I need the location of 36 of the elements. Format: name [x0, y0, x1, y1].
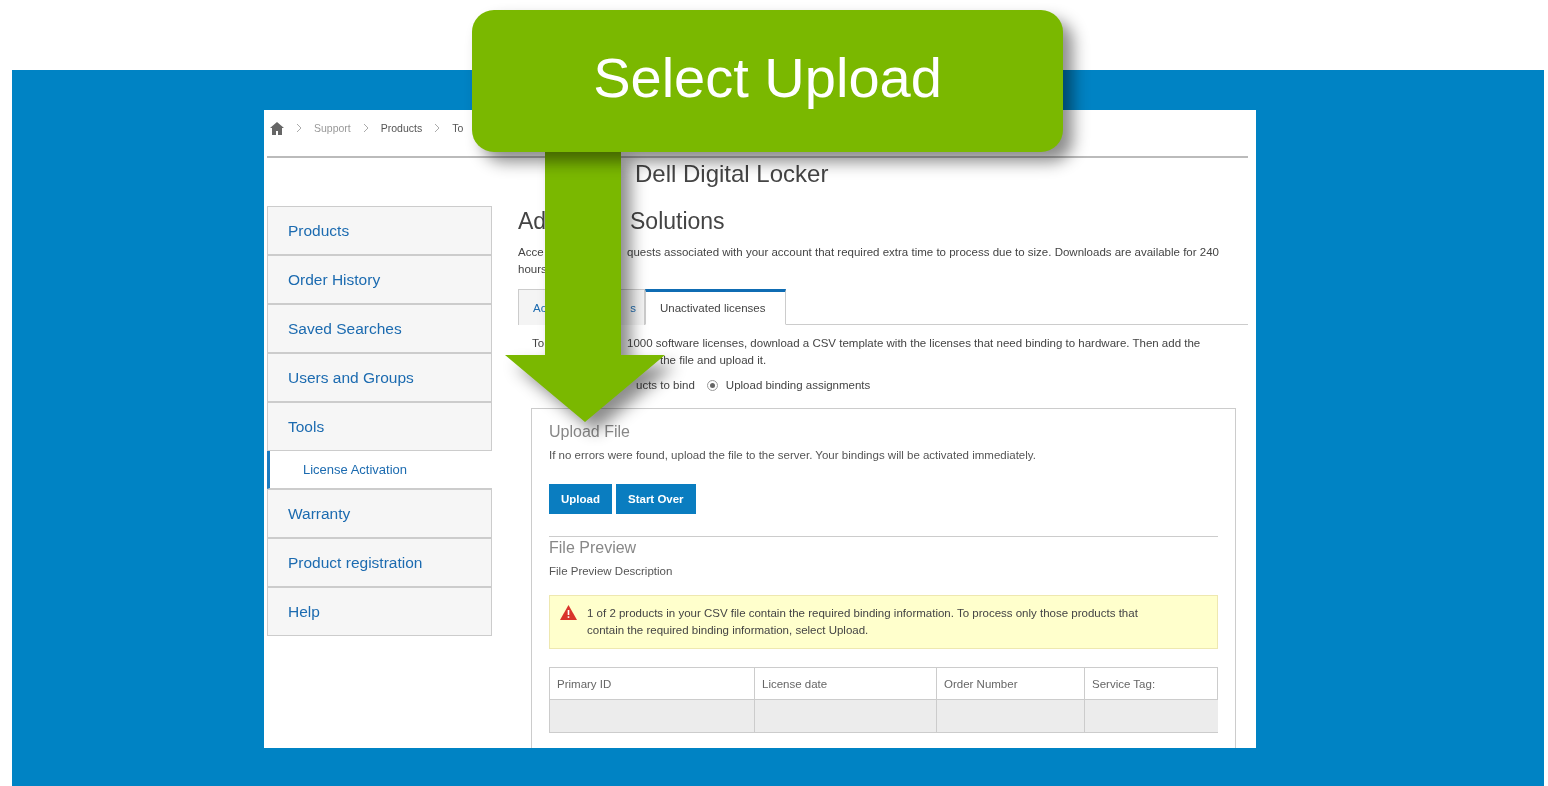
breadcrumb-link[interactable]: To	[452, 122, 464, 134]
sidebar-item[interactable]: Warranty	[267, 489, 492, 538]
option-label: ucts to bind	[636, 379, 695, 391]
heading-fragment: Ad	[518, 208, 548, 236]
section-title: Upload File	[549, 423, 631, 442]
upload-button[interactable]: Upload	[549, 484, 612, 514]
start-over-button[interactable]: Start Over	[616, 484, 696, 514]
section-title: File Preview	[549, 539, 638, 558]
radio-option[interactable]: Upload binding assignments	[706, 379, 871, 391]
breadcrumb-link[interactable]: Support	[314, 122, 351, 134]
breadcrumb-link[interactable]: Products	[380, 122, 423, 134]
sidebar-item[interactable]: Product registration	[267, 538, 492, 587]
section-text: File Preview Description	[549, 565, 674, 577]
chevron-icon	[362, 123, 369, 133]
sidebar-item[interactable]: Tools	[267, 402, 492, 451]
description-fragment: Acce	[518, 245, 545, 260]
heading-fragment: Solutions	[630, 208, 725, 236]
home-icon[interactable]	[270, 121, 284, 135]
description-fragment: quests associated with your account that required extra time to process due to size. Downloads are available for 240	[627, 245, 1219, 260]
chevron-icon	[434, 123, 441, 133]
chevron-icon	[296, 123, 302, 133]
tab[interactable]: Unactivated licenses	[645, 289, 786, 325]
section-text: If no errors were found, upload the file to the server. Your bindings will be activated immediately.	[549, 449, 1037, 461]
sidebar-item[interactable]: Order History	[267, 255, 492, 304]
instruction-fragment: the file and upload it.	[660, 353, 767, 368]
sidebar-subitem[interactable]: License Activation	[267, 451, 492, 489]
sidebar-item[interactable]: Help	[267, 587, 492, 636]
alert-text: 1 of 2 products in your CSV file contain the required binding information. To process only those products that contain the required binding information, select Upload.	[587, 606, 1139, 638]
instruction-fragment: To	[531, 336, 546, 351]
sidebar-item[interactable]: Products	[267, 206, 492, 255]
sidebar-item[interactable]: Users and Groups	[267, 353, 492, 402]
sidebar-item[interactable]: Saved Searches	[267, 304, 492, 353]
warning-icon	[560, 605, 577, 620]
instruction-fragment: 1000 software licenses, download a CSV template with the licenses that need binding to hardware. Then add the	[627, 336, 1201, 351]
callout-tooltip: Select Upload	[472, 10, 1063, 152]
page-title: Dell Digital Locker	[635, 159, 830, 189]
